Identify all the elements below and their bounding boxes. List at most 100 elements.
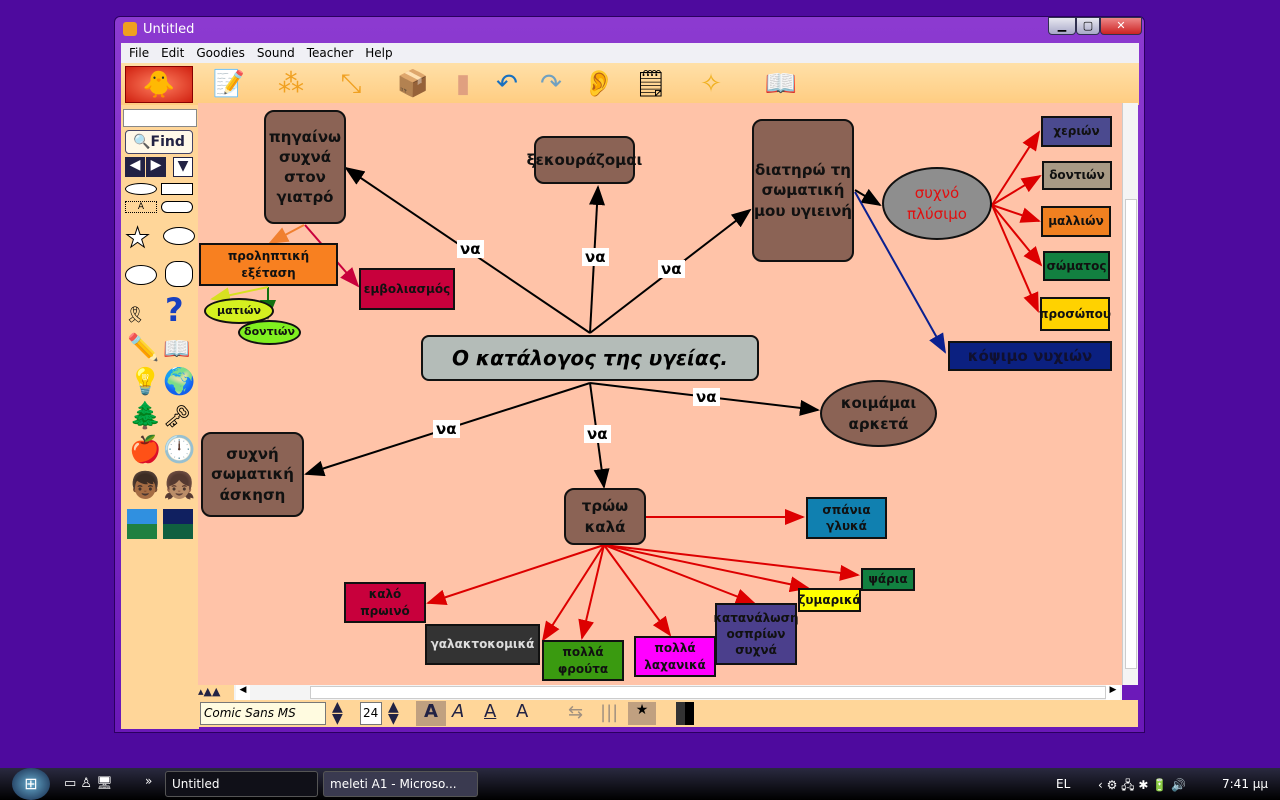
- clock[interactable]: 7:41 μμ: [1222, 777, 1268, 791]
- menu-edit[interactable]: Edit: [161, 43, 184, 63]
- symbol-toggle-icon[interactable]: ★: [628, 702, 656, 725]
- line-color-swatch[interactable]: [676, 702, 694, 725]
- add-node-icon[interactable]: ⁂: [271, 67, 311, 101]
- arrow-right-button[interactable]: ▶: [146, 157, 166, 177]
- night-landscape-icon[interactable]: [163, 509, 193, 539]
- size-stepper[interactable]: ▲ ▼: [388, 700, 399, 726]
- link-label[interactable]: να: [584, 425, 611, 443]
- maximize-button[interactable]: ▢: [1076, 17, 1100, 35]
- concept-map-canvas[interactable]: να να να να να να Ο κατάλογος της υγείας…: [198, 103, 1122, 685]
- node-checkup[interactable]: προληπτική εξέταση: [199, 243, 338, 286]
- menu-help[interactable]: Help: [365, 43, 392, 63]
- apple-icon[interactable]: 🍎: [129, 435, 161, 465]
- node-face[interactable]: προσώπου: [1039, 297, 1111, 331]
- node-doctor[interactable]: πηγαίνω συχνά στον γιατρό: [264, 110, 346, 224]
- speech-bubble-icon[interactable]: [125, 265, 157, 285]
- paint-sparkle-icon[interactable]: ✧: [691, 67, 731, 101]
- node-vaccine[interactable]: εμβολιασμός: [359, 268, 455, 310]
- ellipse-shape-icon[interactable]: [125, 183, 157, 195]
- node-exercise[interactable]: συχνή σωματική άσκηση: [201, 432, 304, 517]
- node-nails[interactable]: κόψιμο νυχιών: [948, 341, 1112, 371]
- font-stepper[interactable]: ▲ ▼: [332, 700, 343, 726]
- bold-button[interactable]: A: [416, 701, 446, 726]
- node-body[interactable]: σώματος: [1043, 251, 1110, 281]
- node-rest[interactable]: ξεκουράζομαι: [527, 136, 642, 184]
- quicklaunch-icons[interactable]: ▭ ♙ 🖥: [64, 776, 113, 791]
- banner-icon[interactable]: 🎗: [125, 305, 145, 324]
- vertical-scrollbar[interactable]: [1122, 103, 1138, 685]
- node-breakfast[interactable]: καλό πρωινό: [344, 582, 426, 623]
- node-dairy[interactable]: γαλακτοκομικά: [425, 624, 540, 665]
- find-button[interactable]: 🔍Find: [125, 130, 193, 154]
- dropdown-button[interactable]: ▼: [173, 157, 193, 177]
- girl-icon[interactable]: 👧🏽: [163, 471, 195, 501]
- menu-file[interactable]: File: [129, 43, 149, 63]
- link-label[interactable]: να: [433, 420, 460, 438]
- italic-button[interactable]: A: [452, 701, 464, 722]
- globe-icon[interactable]: 🌍: [163, 367, 195, 397]
- node-washing[interactable]: συχνό πλύσιμο: [882, 167, 992, 240]
- link-tool-icon[interactable]: ⤡: [331, 67, 371, 101]
- redo-icon[interactable]: ↷: [531, 67, 571, 101]
- clock-icon[interactable]: 🕛: [163, 435, 195, 465]
- more-icon[interactable]: »: [145, 774, 152, 788]
- font-name-field[interactable]: Comic Sans MS: [200, 702, 326, 725]
- scroll-right-button[interactable]: ▶: [1106, 685, 1120, 700]
- node-eat[interactable]: τρώω καλά: [564, 488, 646, 545]
- link-label[interactable]: να: [457, 240, 484, 258]
- text-shape-icon[interactable]: A: [125, 201, 157, 213]
- task-untitled[interactable]: Untitled: [165, 771, 318, 797]
- eraser-icon[interactable]: ▮: [443, 67, 483, 101]
- node-pasta[interactable]: ζυμαρικά: [798, 588, 861, 612]
- dictionary-icon[interactable]: 📖: [761, 67, 801, 101]
- scroll-thumb[interactable]: [1125, 199, 1137, 669]
- menu-teacher[interactable]: Teacher: [307, 43, 354, 63]
- horizontal-scrollbar[interactable]: ▴▲▲ ◀ ▶: [198, 685, 1122, 700]
- cloud-shape-icon[interactable]: [163, 227, 195, 245]
- name-label-icon[interactable]: 🗒: [631, 67, 671, 101]
- day-landscape-icon[interactable]: [127, 509, 157, 539]
- node-teeth-check[interactable]: δοντιών: [238, 320, 301, 345]
- node-teeth[interactable]: δοντιών: [1042, 161, 1112, 190]
- font-size-field[interactable]: 24: [360, 702, 382, 725]
- mascot-logo-icon[interactable]: 🐥: [125, 66, 193, 103]
- node-hands[interactable]: χεριών: [1041, 116, 1112, 147]
- text-color-button[interactable]: A: [516, 701, 528, 722]
- node-fruit[interactable]: πολλά φρούτα: [542, 640, 624, 681]
- central-node[interactable]: Ο κατάλογος της υγείας.: [421, 335, 759, 381]
- link-label[interactable]: να: [693, 388, 720, 406]
- menu-sound[interactable]: Sound: [257, 43, 295, 63]
- draw-idea-icon[interactable]: 📝: [209, 67, 249, 101]
- node-hygiene[interactable]: διατηρώ τη σωματική μου υγιεινή: [752, 119, 854, 262]
- node-fish[interactable]: ψάρια: [861, 568, 915, 591]
- menu-goodies[interactable]: Goodies: [196, 43, 245, 63]
- node-vegetables[interactable]: πολλά λαχανικά: [634, 636, 716, 677]
- tree-icon[interactable]: 🌲: [129, 401, 161, 431]
- underline-button[interactable]: A: [484, 701, 496, 722]
- node-hair[interactable]: μαλλιών: [1041, 206, 1111, 237]
- key-icon[interactable]: 🗝: [163, 405, 191, 430]
- search-input[interactable]: [123, 109, 197, 127]
- close-button[interactable]: ✕: [1100, 17, 1142, 35]
- zoom-mountains-icon[interactable]: ▴▲▲: [198, 685, 234, 700]
- rounded-rect-shape-icon[interactable]: [161, 201, 193, 213]
- arrow-left-button[interactable]: ◀: [125, 157, 145, 177]
- task-word[interactable]: meleti A1 - Microso...: [323, 771, 478, 797]
- language-indicator[interactable]: EL: [1056, 777, 1070, 791]
- node-legumes[interactable]: κατανάλωση οσπρίων συχνά: [714, 603, 799, 665]
- listen-ear-icon[interactable]: 👂: [579, 67, 619, 101]
- start-button[interactable]: ⊞: [12, 768, 50, 800]
- scroll-left-button[interactable]: ◀: [236, 685, 250, 700]
- link-label[interactable]: να: [582, 248, 609, 266]
- columns-icon[interactable]: |||: [600, 702, 618, 723]
- scroll-thumb[interactable]: [310, 686, 1106, 699]
- boy-icon[interactable]: 👦🏾: [129, 471, 161, 501]
- link-label[interactable]: να: [658, 260, 685, 278]
- lightbulb-icon[interactable]: 💡: [129, 367, 161, 397]
- node-sleep[interactable]: κοιμάμαι αρκετά: [820, 380, 937, 447]
- minimize-button[interactable]: ▁: [1048, 17, 1076, 35]
- undo-icon[interactable]: ↶: [487, 67, 527, 101]
- rectangle-shape-icon[interactable]: [161, 183, 193, 195]
- align-icon[interactable]: ⇆: [568, 702, 583, 723]
- pencil-icon[interactable]: ✏️: [127, 333, 159, 363]
